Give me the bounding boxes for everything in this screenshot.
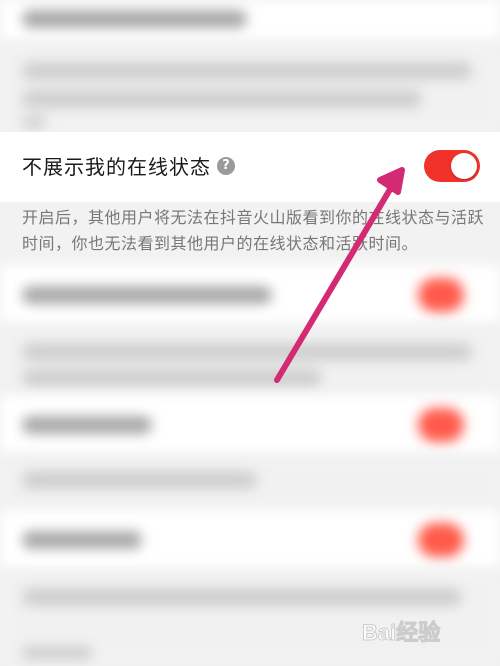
blurred-row-1	[0, 265, 500, 325]
blurred-toggle	[418, 523, 464, 557]
blurred-toggle	[418, 408, 464, 442]
watermark-text: Bai经验	[362, 620, 440, 645]
blurred-text	[22, 416, 152, 434]
blurred-text	[22, 62, 472, 80]
blurred-text	[22, 588, 462, 606]
blurred-text	[22, 646, 92, 660]
hide-online-status-row[interactable]: 不展示我的在线状态 ?	[0, 132, 500, 202]
blurred-text	[22, 116, 46, 128]
blurred-text	[22, 343, 472, 361]
setting-description: 开启后，其他用户将无法在抖音火山版看到你的在线状态与活跃时间，你也无法看到其他用…	[22, 208, 485, 253]
blurred-row-3	[0, 510, 500, 570]
blurred-text	[22, 90, 422, 108]
blurred-row-1-description	[0, 325, 500, 395]
baidu-jingyan-watermark: Bai经验	[362, 620, 441, 646]
blurred-text	[22, 471, 257, 489]
blurred-text	[22, 369, 322, 387]
blurred-row-2-description	[0, 455, 500, 510]
hide-online-status-toggle[interactable]	[424, 150, 480, 182]
setting-title: 不展示我的在线状态	[22, 155, 211, 179]
help-icon[interactable]: ?	[217, 157, 235, 175]
blurred-text	[22, 286, 272, 304]
blurred-text	[22, 531, 142, 549]
blurred-toggle	[418, 278, 464, 312]
blurred-top-description	[0, 42, 500, 132]
blurred-top-card	[0, 0, 500, 42]
blurred-text	[22, 10, 247, 28]
blurred-row-2	[0, 395, 500, 455]
toggle-knob	[451, 153, 477, 179]
